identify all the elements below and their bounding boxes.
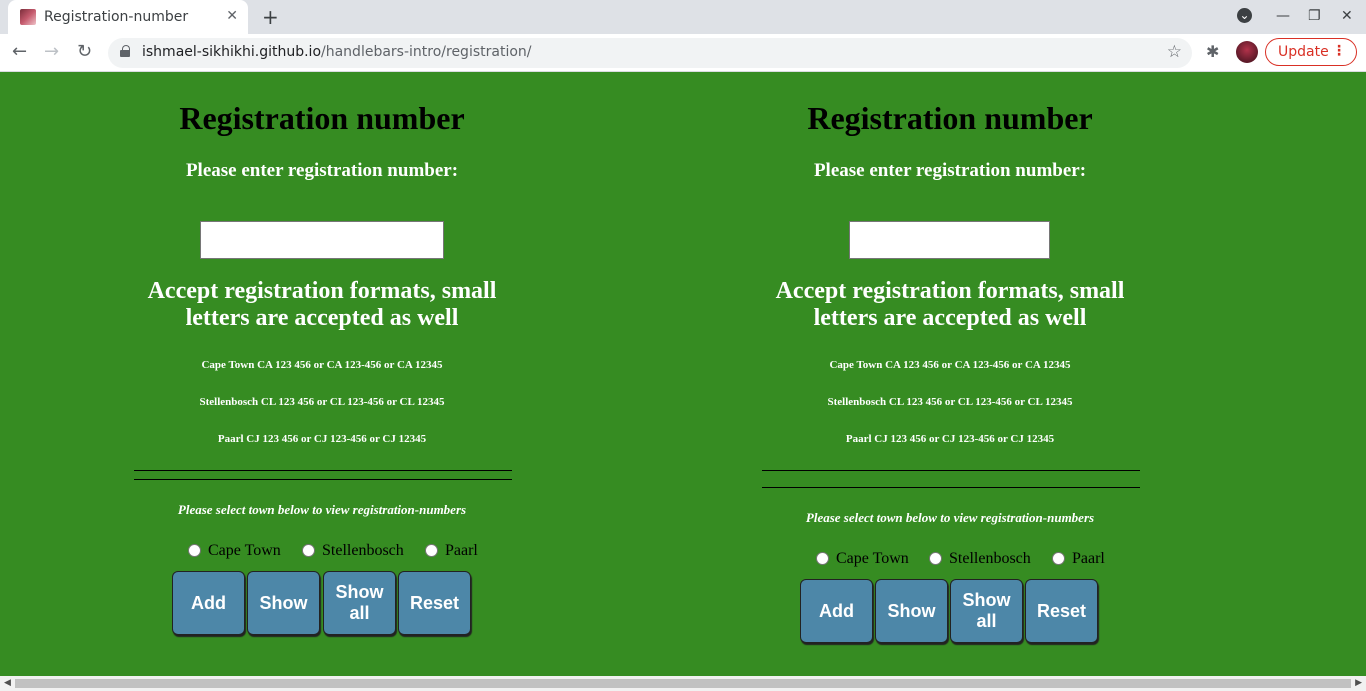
- format-example-stellenbosch: Stellenbosch CL 123 456 or CL 123-456 or…: [199, 396, 445, 408]
- new-tab-button[interactable]: +: [262, 5, 279, 29]
- select-town-prompt: Please select town below to view registr…: [805, 510, 1095, 525]
- url-path: /handlebars-intro/registration/: [321, 44, 532, 60]
- show-all-button[interactable]: Show all: [323, 571, 396, 635]
- select-town-prompt: Please select town below to view registr…: [177, 502, 467, 517]
- show-all-label-1: Show: [335, 582, 384, 602]
- add-button[interactable]: Add: [800, 579, 873, 643]
- format-example-cape-town: Cape Town CA 123 456 or CA 123-456 or CA…: [829, 359, 1071, 371]
- radio-paarl[interactable]: [425, 544, 438, 557]
- radio-label-stellenbosch: Stellenbosch: [949, 550, 1031, 567]
- profile-avatar[interactable]: [1236, 41, 1258, 63]
- formats-heading-line-2: letters are accepted as well: [185, 305, 459, 331]
- input-prompt: Please enter registration number:: [813, 160, 1087, 181]
- registration-input[interactable]: [849, 221, 1050, 259]
- town-radio-group: Cape Town Stellenbosch Paarl: [760, 550, 1140, 570]
- radio-label-paarl: Paarl: [1072, 550, 1105, 567]
- show-button[interactable]: Show: [247, 571, 320, 635]
- format-example-paarl: Paarl CJ 123 456 or CJ 123-456 or CJ 123…: [217, 433, 427, 445]
- radio-stellenbosch[interactable]: [929, 552, 942, 565]
- close-tab-icon[interactable]: ✕: [226, 8, 238, 24]
- radio-cape-town[interactable]: [188, 544, 201, 557]
- page-title: Registration number: [807, 100, 1093, 136]
- scroll-left-icon[interactable]: ◀: [4, 678, 11, 688]
- show-all-label-2: all: [976, 611, 997, 631]
- page-title: Registration number: [179, 100, 465, 136]
- page-content: Registration number Please enter registr…: [0, 72, 1366, 676]
- show-all-label-2: all: [349, 603, 370, 623]
- radio-label-cape-town: Cape Town: [836, 550, 909, 567]
- divider: [134, 479, 512, 480]
- url-text: ishmael-sikhikhi.github.io/handlebars-in…: [142, 44, 532, 60]
- format-example-stellenbosch: Stellenbosch CL 123 456 or CL 123-456 or…: [827, 396, 1073, 408]
- tab-title: Registration-number: [44, 9, 189, 25]
- divider: [762, 487, 1140, 488]
- radio-cape-town[interactable]: [816, 552, 829, 565]
- reset-button[interactable]: Reset: [1025, 579, 1098, 643]
- restore-icon[interactable]: ❐: [1308, 8, 1321, 24]
- divider: [762, 470, 1140, 471]
- formats-heading: Accept registration formats, small lette…: [760, 278, 1140, 332]
- menu-dots-icon[interactable]: ⋮: [1332, 43, 1346, 59]
- show-all-label-1: Show: [962, 590, 1011, 610]
- back-icon[interactable]: ←: [12, 42, 27, 62]
- favicon-icon: [20, 9, 36, 25]
- close-window-icon[interactable]: ✕: [1341, 8, 1353, 24]
- formats-heading: Accept registration formats, small lette…: [132, 278, 512, 332]
- format-example-cape-town: Cape Town CA 123 456 or CA 123-456 or CA…: [201, 359, 443, 371]
- radio-label-stellenbosch: Stellenbosch: [322, 542, 404, 559]
- tab-search-icon[interactable]: ⌄: [1237, 8, 1252, 23]
- scrollbar-thumb[interactable]: [15, 679, 1351, 688]
- formats-heading-line-2: letters are accepted as well: [813, 305, 1087, 331]
- bookmark-star-icon[interactable]: ☆: [1167, 42, 1182, 62]
- url-host: ishmael-sikhikhi.github.io: [142, 44, 322, 60]
- reset-button[interactable]: Reset: [398, 571, 471, 635]
- radio-paarl[interactable]: [1052, 552, 1065, 565]
- extensions-icon[interactable]: ✱: [1206, 42, 1219, 61]
- town-radio-group: Cape Town Stellenbosch Paarl: [132, 542, 512, 562]
- forward-icon[interactable]: →: [44, 42, 59, 62]
- minimize-icon[interactable]: —: [1276, 8, 1290, 24]
- address-bar[interactable]: ishmael-sikhikhi.github.io/handlebars-in…: [108, 38, 1192, 68]
- radio-stellenbosch[interactable]: [302, 544, 315, 557]
- show-button[interactable]: Show: [875, 579, 948, 643]
- radio-label-cape-town: Cape Town: [208, 542, 281, 559]
- scroll-right-icon[interactable]: ▶: [1355, 678, 1362, 688]
- browser-tab[interactable]: Registration-number ✕: [8, 0, 248, 34]
- formats-heading-line-1: Accept registration formats, small: [775, 278, 1125, 304]
- browser-toolbar: ← → ↻ ishmael-sikhikhi.github.io/handleb…: [0, 34, 1366, 72]
- format-example-paarl: Paarl CJ 123 456 or CJ 123-456 or CJ 123…: [845, 433, 1055, 445]
- show-all-button[interactable]: Show all: [950, 579, 1023, 643]
- update-button[interactable]: Update ⋮: [1265, 38, 1357, 66]
- add-button[interactable]: Add: [172, 571, 245, 635]
- input-prompt: Please enter registration number:: [185, 160, 459, 181]
- update-label: Update: [1278, 44, 1329, 60]
- lock-icon: [120, 45, 130, 57]
- divider: [134, 470, 512, 471]
- radio-label-paarl: Paarl: [445, 542, 478, 559]
- registration-input[interactable]: [200, 221, 444, 259]
- reload-icon[interactable]: ↻: [77, 42, 92, 62]
- horizontal-scrollbar[interactable]: ◀ ▶: [0, 676, 1366, 691]
- formats-heading-line-1: Accept registration formats, small: [147, 278, 497, 304]
- tab-strip: Registration-number ✕ + ⌄ — ❐ ✕: [0, 0, 1366, 34]
